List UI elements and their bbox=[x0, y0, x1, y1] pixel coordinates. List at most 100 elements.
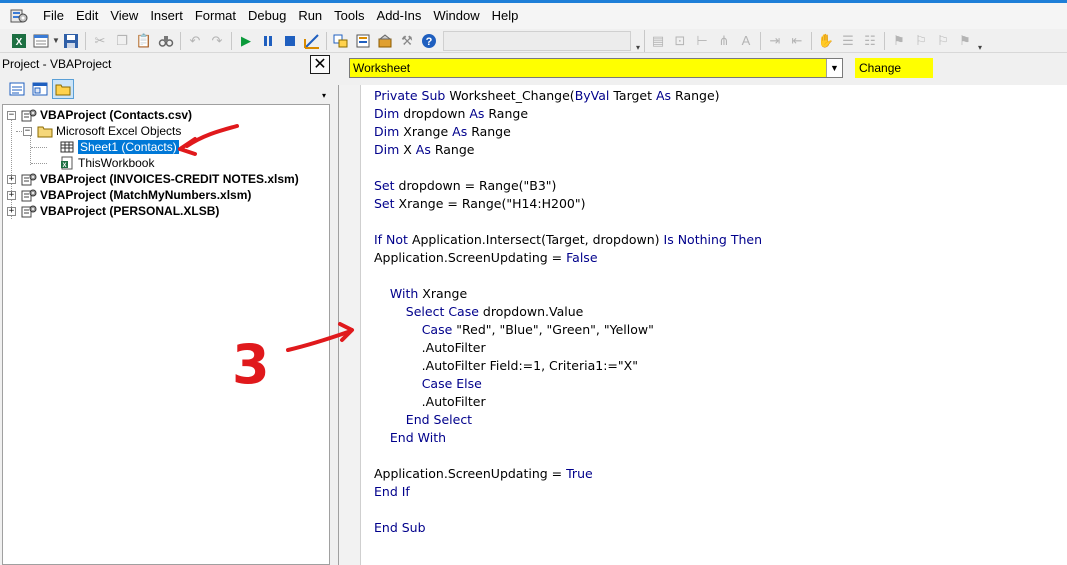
code-line[interactable]: Private Sub Worksheet_Change(ByVal Targe… bbox=[374, 87, 762, 105]
code-line[interactable]: .AutoFilter bbox=[374, 393, 762, 411]
dropdown-arrow-icon[interactable]: ▼ bbox=[826, 59, 842, 77]
list-constants-icon[interactable]: ⊡ bbox=[669, 30, 691, 52]
clear-bookmarks-icon[interactable]: ⚑ bbox=[954, 30, 976, 52]
menu-run[interactable]: Run bbox=[292, 5, 328, 27]
code-line[interactable]: End If bbox=[374, 483, 762, 501]
project-explorer-icon[interactable] bbox=[330, 30, 352, 52]
code-line[interactable]: Select Case dropdown.Value bbox=[374, 303, 762, 321]
help-icon[interactable]: ? bbox=[418, 30, 440, 52]
paste-icon[interactable]: 📋 bbox=[133, 30, 155, 52]
menu-debug[interactable]: Debug bbox=[242, 5, 292, 27]
close-icon[interactable]: ✕ bbox=[310, 54, 330, 74]
code-line[interactable]: End Select bbox=[374, 411, 762, 429]
code-token: dropdown bbox=[399, 106, 470, 121]
previous-bookmark-icon[interactable]: ⚐ bbox=[932, 30, 954, 52]
complete-word-icon[interactable]: A bbox=[735, 30, 757, 52]
uncomment-block-icon[interactable]: ☷ bbox=[859, 30, 881, 52]
code-line[interactable]: Dim Xrange As Range bbox=[374, 123, 762, 141]
outdent-icon[interactable]: ⇤ bbox=[786, 30, 808, 52]
menu-view[interactable]: View bbox=[104, 5, 144, 27]
code-line[interactable] bbox=[374, 447, 762, 465]
tree-item-project-invoices[interactable]: + VBAProject (INVOICES-CREDIT NOTES.xlsm… bbox=[7, 171, 299, 187]
next-bookmark-icon[interactable]: ⚐ bbox=[910, 30, 932, 52]
code-line[interactable]: Application.ScreenUpdating = False bbox=[374, 249, 762, 267]
toggle-breakpoint-icon[interactable]: ✋ bbox=[815, 30, 837, 52]
dropdown-arrow-icon[interactable]: ▼ bbox=[52, 30, 60, 52]
code-text[interactable]: Private Sub Worksheet_Change(ByVal Targe… bbox=[374, 87, 762, 537]
toolbar-options-icon[interactable]: ▾ bbox=[322, 78, 330, 100]
code-line[interactable] bbox=[374, 267, 762, 285]
menu-file[interactable]: File bbox=[37, 5, 70, 27]
menu-add-ins[interactable]: Add-Ins bbox=[371, 5, 428, 27]
view-code-icon[interactable] bbox=[6, 79, 28, 99]
toggle-folders-icon[interactable] bbox=[52, 79, 74, 99]
toolbar-options-icon[interactable]: ▾ bbox=[976, 30, 984, 52]
code-line[interactable]: Set dropdown = Range("B3") bbox=[374, 177, 762, 195]
tree-item-sheet1[interactable]: Sheet1 (Contacts) bbox=[59, 139, 180, 155]
collapse-icon[interactable]: − bbox=[7, 110, 16, 120]
insert-module-icon[interactable] bbox=[30, 30, 52, 52]
collapse-icon[interactable]: − bbox=[23, 126, 32, 136]
code-line[interactable]: .AutoFilter bbox=[374, 339, 762, 357]
expand-icon[interactable]: + bbox=[7, 190, 16, 200]
expand-icon[interactable]: + bbox=[7, 206, 16, 216]
expand-icon[interactable]: + bbox=[7, 174, 16, 184]
code-line[interactable]: Dim dropdown As Range bbox=[374, 105, 762, 123]
code-line[interactable] bbox=[374, 213, 762, 231]
reset-icon[interactable] bbox=[279, 30, 301, 52]
code-line[interactable]: End With bbox=[374, 429, 762, 447]
tree-item-label: VBAProject (MatchMyNumbers.xlsm) bbox=[40, 188, 252, 202]
vbe-app-icon[interactable] bbox=[9, 7, 29, 25]
tree-item-excel-objects[interactable]: − Microsoft Excel Objects bbox=[23, 123, 181, 139]
code-line[interactable]: Case Else bbox=[374, 375, 762, 393]
code-line[interactable] bbox=[374, 159, 762, 177]
code-line[interactable]: If Not Application.Intersect(Target, dro… bbox=[374, 231, 762, 249]
menu-tools[interactable]: Tools bbox=[328, 5, 370, 27]
toggle-bookmark-icon[interactable]: ⚑ bbox=[888, 30, 910, 52]
menu-insert[interactable]: Insert bbox=[144, 5, 189, 27]
save-icon[interactable] bbox=[60, 30, 82, 52]
menu-edit[interactable]: Edit bbox=[70, 5, 104, 27]
code-line[interactable]: Dim X As Range bbox=[374, 141, 762, 159]
copy-icon[interactable]: ❐ bbox=[111, 30, 133, 52]
tree-item-thisworkbook[interactable]: X ThisWorkbook bbox=[59, 155, 154, 171]
view-object-icon[interactable] bbox=[29, 79, 51, 99]
comment-block-icon[interactable]: ☰ bbox=[837, 30, 859, 52]
excel-view-icon[interactable]: X bbox=[8, 30, 30, 52]
code-line[interactable]: Application.ScreenUpdating = True bbox=[374, 465, 762, 483]
cut-icon[interactable]: ✂ bbox=[89, 30, 111, 52]
properties-icon[interactable] bbox=[352, 30, 374, 52]
tree-item-project-personal[interactable]: + VBAProject (PERSONAL.XLSB) bbox=[7, 203, 219, 219]
break-icon[interactable] bbox=[257, 30, 279, 52]
run-icon[interactable]: ▶ bbox=[235, 30, 257, 52]
procedure-combo[interactable]: Change bbox=[855, 58, 933, 78]
code-line[interactable]: Set Xrange = Range("H14:H200") bbox=[374, 195, 762, 213]
quick-info-icon[interactable]: ⊢ bbox=[691, 30, 713, 52]
code-line[interactable]: Case "Red", "Blue", "Green", "Yellow" bbox=[374, 321, 762, 339]
list-properties-icon[interactable]: ▤ bbox=[647, 30, 669, 52]
object-browser-icon[interactable] bbox=[374, 30, 396, 52]
design-mode-icon[interactable] bbox=[301, 30, 323, 52]
toolbar-options-icon[interactable]: ▾ bbox=[634, 30, 642, 52]
object-combo[interactable]: Worksheet ▼ bbox=[349, 58, 843, 78]
tree-item-project-contacts[interactable]: − VBAProject (Contacts.csv) bbox=[7, 107, 192, 123]
indent-icon[interactable]: ⇥ bbox=[764, 30, 786, 52]
undo-icon[interactable]: ↶ bbox=[184, 30, 206, 52]
code-token: X bbox=[399, 142, 416, 157]
redo-icon[interactable]: ↷ bbox=[206, 30, 228, 52]
code-line[interactable]: End Sub bbox=[374, 519, 762, 537]
code-editor[interactable]: Private Sub Worksheet_Change(ByVal Targe… bbox=[338, 85, 1067, 565]
indicator-margin[interactable] bbox=[339, 85, 361, 565]
code-token: Xrange bbox=[418, 286, 468, 301]
parameter-info-icon[interactable]: ⋔ bbox=[713, 30, 735, 52]
code-line[interactable] bbox=[374, 501, 762, 519]
menu-help[interactable]: Help bbox=[486, 5, 525, 27]
code-line[interactable]: With Xrange bbox=[374, 285, 762, 303]
menu-window[interactable]: Window bbox=[427, 5, 485, 27]
menu-format[interactable]: Format bbox=[189, 5, 242, 27]
tree-item-project-matchmynumbers[interactable]: + VBAProject (MatchMyNumbers.xlsm) bbox=[7, 187, 251, 203]
find-icon[interactable] bbox=[155, 30, 177, 52]
toolbox-icon[interactable]: ⚒ bbox=[396, 30, 418, 52]
code-line[interactable]: .AutoFilter Field:=1, Criteria1:="X" bbox=[374, 357, 762, 375]
